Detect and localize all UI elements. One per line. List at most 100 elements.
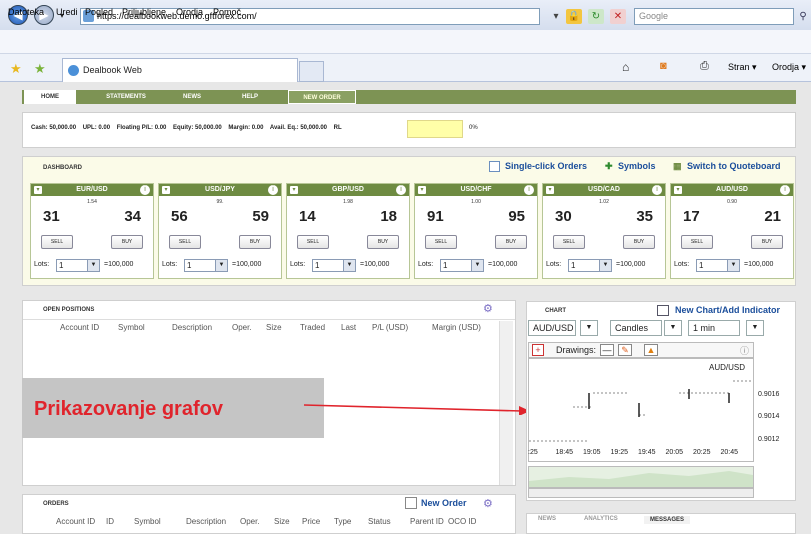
menu-tools[interactable]: Orodja <box>176 7 203 17</box>
tile-collapse-icon[interactable]: ▾ <box>418 186 426 194</box>
home-icon[interactable]: ⌂ <box>622 60 629 74</box>
tab-analytics[interactable]: ANALYTICS <box>584 516 618 522</box>
order-col-header[interactable]: Size <box>274 517 290 526</box>
tile-info-icon[interactable]: i <box>268 185 278 195</box>
tile-info-icon[interactable]: i <box>524 185 534 195</box>
chart-type-dropdown-icon[interactable]: ▼ <box>664 320 682 336</box>
lots-select[interactable]: 1 ▼ <box>184 259 228 272</box>
sell-button[interactable]: SELL <box>425 235 457 249</box>
order-col-header[interactable]: Symbol <box>134 517 161 526</box>
pos-col-account-id[interactable]: Account ID <box>60 323 99 332</box>
interval-select[interactable]: 1 min <box>688 320 740 336</box>
pos-col-last[interactable]: Last <box>341 323 356 332</box>
buy-button[interactable]: BUY <box>111 235 143 249</box>
favorites-star-icon[interactable]: ★ <box>10 61 22 77</box>
browser-tab[interactable]: Dealbook Web <box>62 58 298 82</box>
order-col-header[interactable]: OCO ID <box>448 517 476 526</box>
nav-new-order[interactable]: NEW ORDER <box>288 90 356 104</box>
tools-menu[interactable]: Orodja ▾ <box>772 62 806 73</box>
stop-icon[interactable]: ✕ <box>610 9 626 24</box>
print-icon[interactable]: ⎙ <box>700 60 709 73</box>
page-menu[interactable]: Stran ▾ <box>728 62 757 73</box>
menu-help[interactable]: Pomoč <box>213 7 241 17</box>
url-dropdown-icon[interactable]: ▾ <box>548 9 564 24</box>
add-favorites-icon[interactable]: ★ <box>34 61 46 77</box>
tile-info-icon[interactable]: i <box>780 185 790 195</box>
buy-button[interactable]: BUY <box>239 235 271 249</box>
pos-col-size[interactable]: Size <box>266 323 282 332</box>
new-tab-button[interactable] <box>299 61 324 82</box>
search-icon[interactable]: ⚲ <box>795 9 811 24</box>
lots-select[interactable]: 1 ▼ <box>56 259 100 272</box>
lots-select[interactable]: 1 ▼ <box>568 259 612 272</box>
lots-dropdown-icon[interactable]: ▼ <box>215 260 227 271</box>
buy-button[interactable]: BUY <box>623 235 655 249</box>
tile-collapse-icon[interactable]: ▾ <box>34 186 42 194</box>
tile-collapse-icon[interactable]: ▾ <box>546 186 554 194</box>
order-col-header[interactable]: Description <box>186 517 226 526</box>
feeds-icon[interactable]: ◙ <box>660 60 667 72</box>
lots-select[interactable]: 1 ▼ <box>696 259 740 272</box>
symbols-plus-icon[interactable]: ✚ <box>605 161 613 172</box>
nav-news[interactable]: NEWS <box>172 90 212 104</box>
tile-collapse-icon[interactable]: ▾ <box>162 186 170 194</box>
new-chart-link[interactable]: New Chart/Add Indicator <box>675 305 780 315</box>
chart-scrollbar[interactable] <box>528 488 754 498</box>
sell-button[interactable]: SELL <box>297 235 329 249</box>
crosshair-icon[interactable]: + <box>532 344 544 356</box>
nav-help[interactable]: HELP <box>232 90 268 104</box>
search-input[interactable]: Google <box>634 8 794 25</box>
lots-select[interactable]: 1 ▼ <box>440 259 484 272</box>
nav-home[interactable]: HOME <box>24 90 76 104</box>
order-col-header[interactable]: Status <box>368 517 391 526</box>
tile-collapse-icon[interactable]: ▾ <box>290 186 298 194</box>
pos-col-oper[interactable]: Oper. <box>232 323 252 332</box>
new-order-link[interactable]: New Order <box>421 498 467 508</box>
brush-tool-icon[interactable]: ✎ <box>618 344 632 356</box>
menu-edit[interactable]: Uredi <box>56 7 78 17</box>
lots-dropdown-icon[interactable]: ▼ <box>471 260 483 271</box>
nav-statements[interactable]: STATEMENTS <box>96 90 156 104</box>
tile-info-icon[interactable]: i <box>396 185 406 195</box>
buy-button[interactable]: BUY <box>367 235 399 249</box>
tile-info-icon[interactable]: i <box>140 185 150 195</box>
menu-favorites[interactable]: Priljubljene <box>122 7 166 17</box>
pos-col-traded[interactable]: Traded <box>300 323 325 332</box>
order-col-header[interactable]: Account ID <box>56 517 95 526</box>
buy-button[interactable]: BUY <box>495 235 527 249</box>
pos-col-pl[interactable]: P/L (USD) <box>372 323 408 332</box>
menu-view[interactable]: Pogled <box>85 7 113 17</box>
sell-button[interactable]: SELL <box>681 235 713 249</box>
lots-dropdown-icon[interactable]: ▼ <box>343 260 355 271</box>
line-tool-icon[interactable]: — <box>600 344 614 356</box>
sell-button[interactable]: SELL <box>41 235 73 249</box>
orders-settings-icon[interactable]: ⚙ <box>483 497 493 510</box>
quoteboard-grid-icon[interactable]: ▦ <box>673 161 682 172</box>
refresh-icon[interactable]: ↻ <box>588 9 604 24</box>
buy-button[interactable]: BUY <box>751 235 783 249</box>
new-order-doc-icon[interactable] <box>405 497 417 509</box>
chart-type-select[interactable]: Candles <box>610 320 662 336</box>
order-col-header[interactable]: Type <box>334 517 351 526</box>
tile-collapse-icon[interactable]: ▾ <box>674 186 682 194</box>
lots-select[interactable]: 1 ▼ <box>312 259 356 272</box>
pos-col-symbol[interactable]: Symbol <box>118 323 145 332</box>
single-click-orders-link[interactable]: Single-click Orders <box>505 161 587 171</box>
switch-quoteboard-link[interactable]: Switch to Quoteboard <box>687 161 781 171</box>
new-chart-icon[interactable] <box>657 305 669 316</box>
alert-icon[interactable]: ▲ <box>644 344 658 356</box>
chart-navigator[interactable] <box>528 466 754 488</box>
menu-file[interactable]: Datoteka <box>8 7 44 17</box>
order-col-header[interactable]: Price <box>302 517 320 526</box>
tile-info-icon[interactable]: i <box>652 185 662 195</box>
symbol-dropdown-icon[interactable]: ▼ <box>580 320 598 336</box>
lots-dropdown-icon[interactable]: ▼ <box>599 260 611 271</box>
sell-button[interactable]: SELL <box>169 235 201 249</box>
order-col-header[interactable]: Oper. <box>240 517 260 526</box>
single-click-checkbox[interactable] <box>489 161 500 172</box>
interval-dropdown-icon[interactable]: ▼ <box>746 320 764 336</box>
symbols-link[interactable]: Symbols <box>618 161 656 171</box>
sell-button[interactable]: SELL <box>553 235 585 249</box>
chart-info-icon[interactable]: ⓘ <box>740 344 749 357</box>
lots-dropdown-icon[interactable]: ▼ <box>87 260 99 271</box>
